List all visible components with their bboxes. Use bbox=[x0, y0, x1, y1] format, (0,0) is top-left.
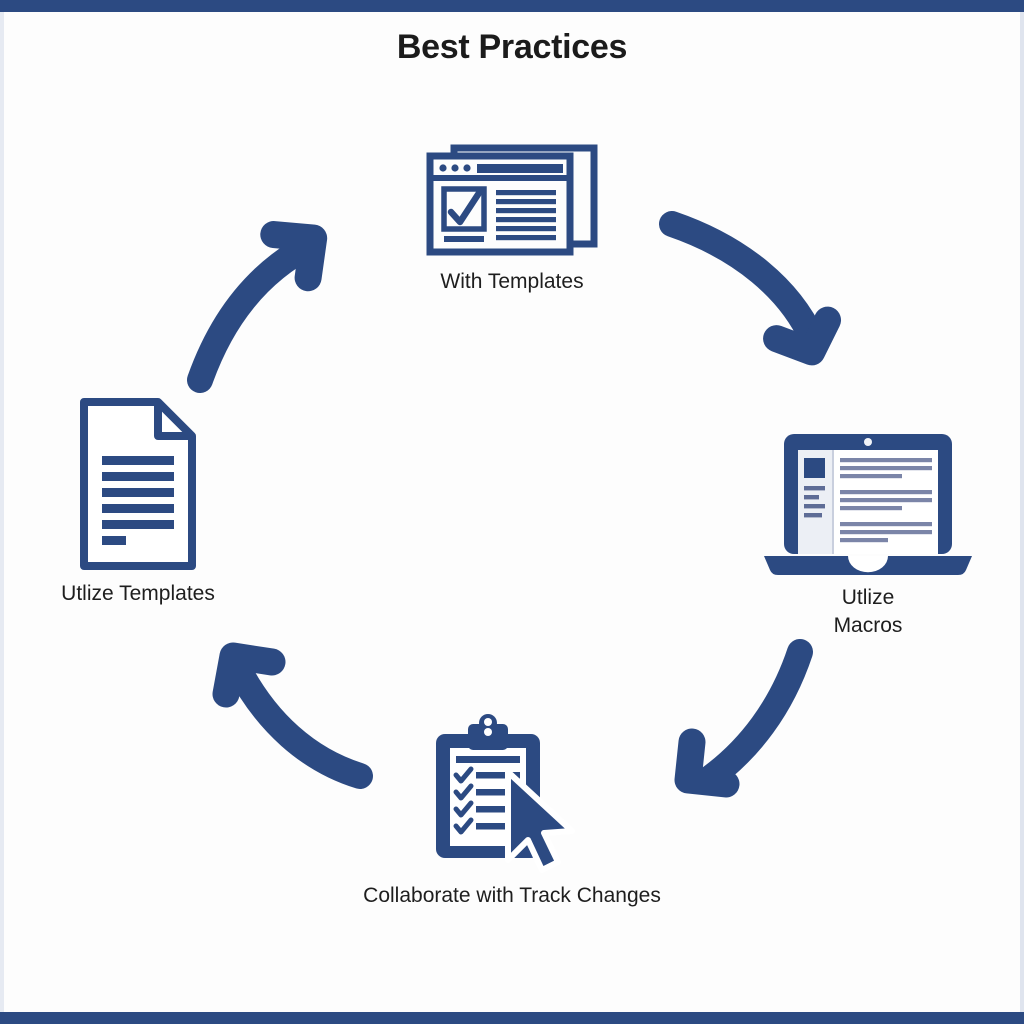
node-utlize-templates[interactable]: Utlize Templates bbox=[18, 396, 258, 608]
arrow-left-to-top bbox=[187, 221, 328, 393]
frame-bar-bottom bbox=[0, 1012, 1024, 1024]
laptop-document-icon bbox=[764, 434, 972, 575]
browser-window-checkmark-icon bbox=[426, 144, 598, 256]
arrow-top-to-right bbox=[659, 211, 842, 366]
node-utlize-macros[interactable]: Utlize Macros bbox=[748, 428, 988, 641]
frame-bar-right bbox=[1020, 12, 1024, 1012]
frame-bar-left bbox=[0, 12, 4, 1012]
node-with-templates[interactable]: With Templates bbox=[362, 140, 662, 296]
node-label-collaborate-track-changes: Collaborate with Track Changes bbox=[363, 884, 661, 907]
document-page-icon bbox=[80, 398, 196, 570]
diagram-canvas: Best Practices With Templates Utlize Mac… bbox=[0, 0, 1024, 1024]
page-title: Best Practices bbox=[396, 28, 628, 66]
node-collaborate-track-changes[interactable]: Collaborate with Track Changes bbox=[312, 712, 712, 910]
clipboard-checklist-cursor-icon bbox=[436, 714, 575, 873]
node-label-utlize-macros: Utlize Macros bbox=[833, 586, 903, 638]
node-label-utlize-templates: Utlize Templates bbox=[61, 582, 215, 605]
node-label-with-templates: With Templates bbox=[440, 270, 584, 293]
frame-bar-top bbox=[0, 0, 1024, 12]
